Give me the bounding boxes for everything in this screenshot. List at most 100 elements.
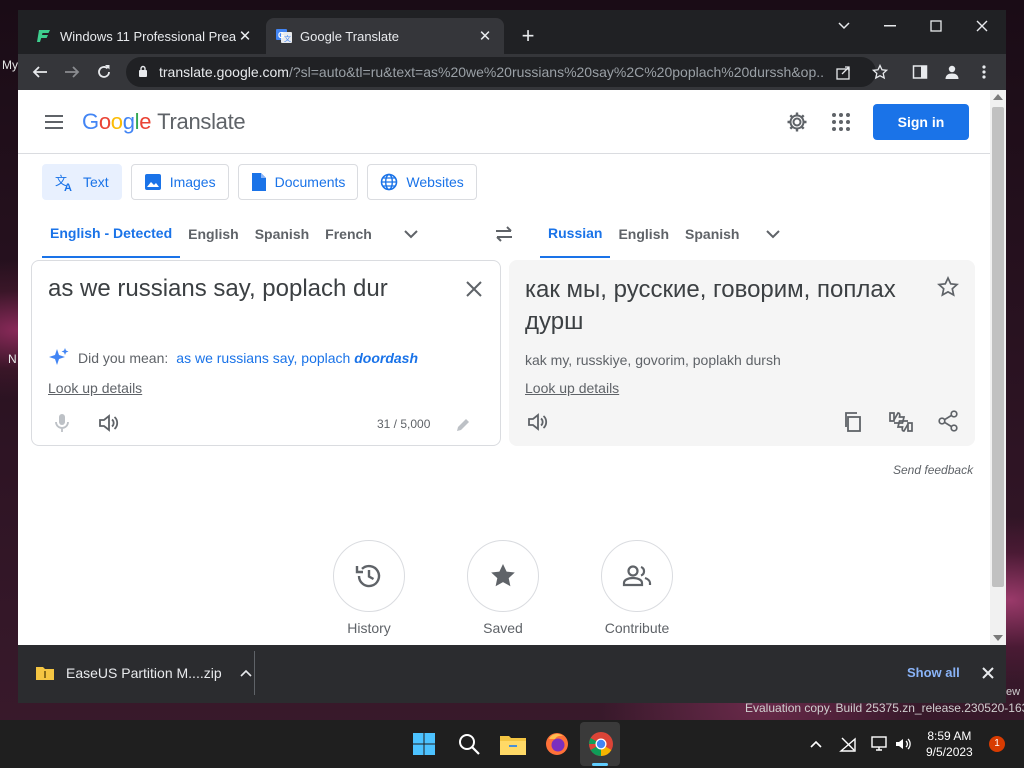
mode-text-button[interactable]: 文A Text [42,164,122,200]
profile-icon[interactable] [940,60,964,84]
clear-source-icon[interactable] [462,277,486,301]
swap-languages-icon[interactable] [492,222,516,246]
send-feedback-link[interactable]: Send feedback [893,463,973,477]
new-tab-button[interactable]: + [518,24,538,48]
copy-icon[interactable] [841,410,865,439]
browser-toolbar: translate.google.com/?sl=auto&tl=ru&text… [18,54,1006,90]
history-label: History [347,620,391,636]
logo-translate-text: Translate [157,109,246,134]
address-bar[interactable]: translate.google.com/?sl=auto&tl=ru&text… [126,57,876,87]
desktop-icon-label: N [8,352,17,366]
maximize-button[interactable] [916,14,956,38]
pencil-edit-icon[interactable] [455,417,479,441]
saved-label: Saved [483,620,523,636]
file-explorer-icon[interactable] [499,730,527,758]
source-text-input[interactable]: as we russians say, poplach dur [48,275,388,303]
close-window-button[interactable] [962,14,1002,38]
target-lang-russian[interactable]: Russian [540,210,611,258]
zip-folder-icon [36,667,54,680]
chevron-up-icon[interactable] [240,669,252,677]
source-lang-more-chevron-icon[interactable] [380,210,426,258]
hamburger-menu-icon[interactable] [42,110,66,134]
source-lang-french[interactable]: French [317,210,380,258]
sparkle-icon [49,348,69,365]
target-language-bar: Russian English Spanish [540,210,788,258]
chrome-icon[interactable] [587,730,615,758]
mode-websites-button[interactable]: Websites [367,164,477,200]
saved-button[interactable]: Saved [467,540,539,636]
source-lang-detected[interactable]: English - Detected [42,210,181,258]
contribute-label: Contribute [604,620,670,636]
reload-button[interactable] [92,60,116,84]
close-tab-icon[interactable]: ✕ [236,27,254,45]
clock-time: 8:59 AM [927,729,972,743]
share-icon[interactable] [836,64,852,85]
history-button[interactable]: History [333,540,405,636]
contribute-button[interactable]: Contribute [601,540,673,636]
sign-in-button[interactable]: Sign in [873,104,969,140]
close-download-bar-icon[interactable] [978,663,998,683]
translate-icon: 文A [55,173,72,192]
tab-search-icon[interactable] [824,14,864,38]
google-apps-grid-icon[interactable] [829,110,853,134]
source-lang-english[interactable]: English [180,210,247,258]
scroll-down-arrow-icon[interactable] [993,635,1003,641]
translated-text: как мы, русские, говорим, поплах дурш [525,276,896,335]
side-panel-icon[interactable] [908,60,932,84]
mode-label: Text [83,174,109,190]
show-hidden-icons-chevron-icon[interactable] [806,734,826,754]
look-up-details-link[interactable]: Look up details [48,380,142,396]
history-icon [333,540,405,612]
windows-taskbar: 8:59 AM 9/5/2023 1 [0,720,1024,768]
tab-title: Windows 11 Professional Preactiva [60,28,236,44]
svg-text:文: 文 [284,34,291,43]
contribute-people-icon [601,540,673,612]
close-tab-icon[interactable]: ✕ [476,27,494,45]
rate-translation-icon[interactable] [887,410,915,439]
settings-gear-icon[interactable] [785,110,809,134]
lock-icon[interactable] [138,65,148,83]
forward-button[interactable] [60,60,84,84]
evaluation-watermark: Evaluation copy. Build 25375.zn_release.… [745,701,1024,715]
network-disconnected-icon[interactable] [838,734,858,754]
download-item[interactable]: EaseUS Partition M....zip [36,653,256,693]
target-lang-english[interactable]: English [610,210,677,258]
source-lang-spanish[interactable]: Spanish [247,210,317,258]
display-icon[interactable] [870,734,890,754]
url-text: translate.google.com/?sl=auto&tl=ru&text… [159,64,824,80]
tab-windows11[interactable]: Windows 11 Professional Preactiva ✕ [26,18,264,54]
speaker-listen-icon[interactable] [96,411,120,435]
download-shelf: EaseUS Partition M....zip Show all [18,645,1006,703]
firefox-icon[interactable] [543,730,571,758]
volume-icon[interactable] [893,734,913,754]
target-lang-more-chevron-icon[interactable] [748,210,788,258]
back-button[interactable] [28,60,52,84]
mode-label: Images [169,174,216,190]
share-icon[interactable] [937,410,959,437]
notification-badge[interactable]: 1 [989,736,1005,752]
speaker-listen-icon[interactable] [525,410,549,439]
target-lang-spanish[interactable]: Spanish [677,210,747,258]
minimize-button[interactable] [870,14,910,38]
did-you-mean-label: Did you mean: [78,350,169,366]
windows-start-icon[interactable] [410,730,438,758]
mode-documents-button[interactable]: Documents [237,164,359,200]
transliteration-text: kak my, russkiye, govorim, poplakh dursh [525,352,781,368]
tab-title: Google Translate [300,28,400,44]
search-icon[interactable] [455,730,483,758]
mode-images-button[interactable]: Images [130,164,229,200]
bookmark-star-icon[interactable] [868,60,892,84]
tab-google-translate[interactable]: G文 Google Translate ✕ [266,18,504,54]
google-translate-logo[interactable]: Google Translate [82,109,246,135]
chrome-menu-icon[interactable] [972,60,996,84]
suggestion-link[interactable]: as we russians say, poplach doordash [176,350,418,366]
scrollbar-thumb[interactable] [992,107,1004,587]
show-all-downloads-link[interactable]: Show all [907,665,960,680]
look-up-details-link[interactable]: Look up details [525,380,619,396]
image-icon [144,174,161,190]
microphone-icon[interactable] [50,411,74,435]
system-clock[interactable]: 8:59 AM 9/5/2023 [926,728,973,760]
save-star-icon[interactable] [937,275,959,303]
page-scrollbar[interactable] [990,90,1006,645]
scroll-up-arrow-icon[interactable] [993,94,1003,100]
